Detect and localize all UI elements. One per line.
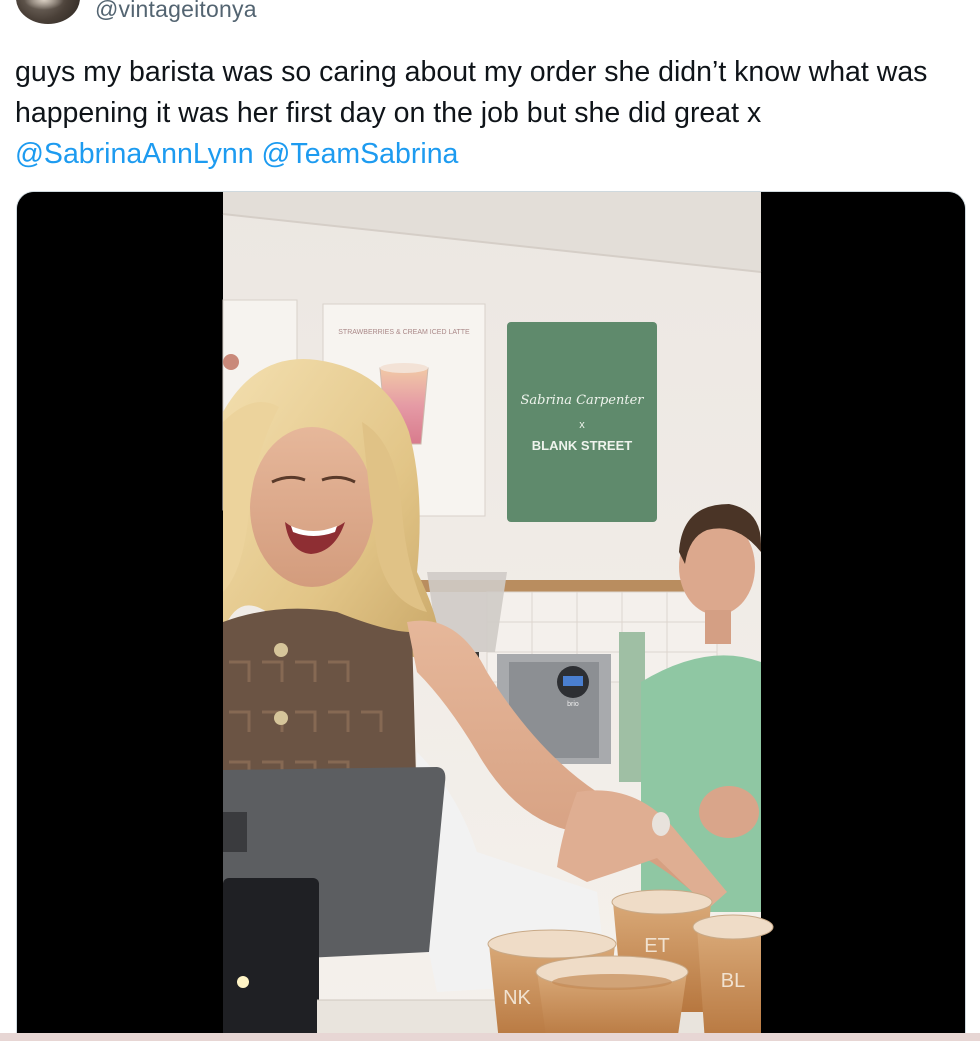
mention-link-sabrinaannlynn[interactable]: @SabrinaAnnLynn (15, 138, 254, 170)
machine-brand: brio (567, 701, 579, 708)
video-scene: STRAWBERRIES & CREAM ICED LATTE Sabrina … (222, 192, 774, 1041)
mention-link-teamsabrina[interactable]: @TeamSabrina (262, 138, 459, 170)
video-frame: STRAWBERRIES & CREAM ICED LATTE Sabrina … (17, 192, 965, 1041)
sign-signature: Sabrina Carpenter (520, 393, 644, 408)
user-avatar[interactable] (16, 0, 80, 24)
tweet-header: @vintageitonya (0, 0, 980, 30)
sign-brand: BLANK STREET (532, 438, 632, 453)
bottom-divider (0, 1033, 980, 1041)
tweet-text-line-2: happening it was her first day on the jo… (15, 97, 762, 129)
sign-x: x (579, 419, 585, 431)
tweet-text-line-1: guys my barista was so caring about my o… (15, 56, 928, 88)
tweet-text: guys my barista was so caring about my o… (15, 52, 965, 175)
cup-label-1: ET (644, 935, 670, 957)
tweet-mentions: @SabrinaAnnLynn @TeamSabrina (15, 134, 965, 175)
menu-board-title: STRAWBERRIES & CREAM ICED LATTE (338, 329, 470, 336)
user-handle[interactable]: @vintageitonya (95, 0, 257, 23)
cup-label-3: BL (721, 970, 745, 992)
tweet-video[interactable]: STRAWBERRIES & CREAM ICED LATTE Sabrina … (16, 191, 966, 1041)
cup-label-2: NK (503, 987, 531, 1009)
